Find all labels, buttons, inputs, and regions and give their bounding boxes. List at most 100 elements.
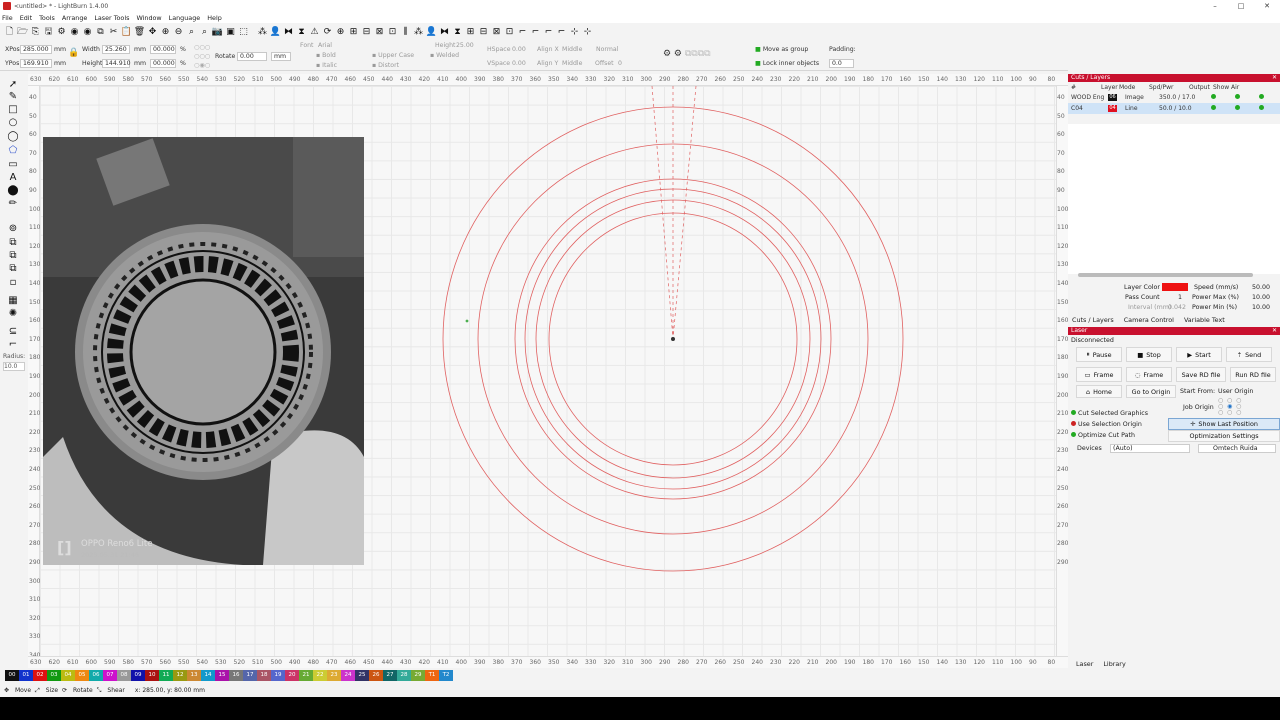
go-to-origin-button[interactable]: Go to Origin [1126, 385, 1176, 398]
power-max-value[interactable]: 10.00 [1252, 294, 1270, 301]
palette-swatch-15[interactable]: 15 [215, 670, 229, 681]
menu-item-window[interactable]: Window [136, 14, 161, 22]
font-value[interactable]: Arial [318, 41, 332, 50]
palette-swatch-12[interactable]: 12 [173, 670, 187, 681]
anchor-grid-icon[interactable]: ○○○ ○○○ ○◉○ [194, 43, 210, 70]
circle-icon[interactable]: ◯ [6, 131, 20, 143]
ungroup-icon[interactable]: 👤 [270, 27, 281, 38]
zoom-in-icon[interactable]: ⊕ [160, 27, 171, 38]
italic-checkbox[interactable]: ▪ Italic [316, 61, 337, 70]
align-x-value[interactable]: Middle [562, 45, 582, 54]
palette-swatch-16[interactable]: 16 [229, 670, 243, 681]
grid-array-icon[interactable]: ⊞ [465, 27, 476, 38]
close-button[interactable]: ✕ [1254, 0, 1280, 12]
run-rd-button[interactable]: Run RD file [1230, 367, 1276, 382]
cuts-layer-row[interactable]: C04 04 Line 50.0 / 10.0 [1068, 103, 1280, 114]
menu-item-edit[interactable]: Edit [20, 14, 32, 22]
paste-icon[interactable]: 📋 [121, 27, 132, 38]
palette-swatch-10[interactable]: 10 [145, 670, 159, 681]
position-laser-icon[interactable]: ⬤ [6, 185, 20, 197]
home-button[interactable]: ⌂ Home [1076, 385, 1122, 398]
layer-mode[interactable]: Line [1125, 105, 1159, 112]
palette-swatch-25[interactable]: 25 [355, 670, 369, 681]
settings-icon[interactable]: ⚙ [56, 27, 67, 38]
frame-icon[interactable]: ▣ [225, 27, 236, 38]
undo-icon[interactable]: ◉ [69, 27, 80, 38]
align-bottom-icon[interactable]: ⊡ [387, 27, 398, 38]
subtract-tool-icon[interactable]: ⧉ [6, 263, 20, 275]
delete-icon[interactable]: 🗑 [134, 27, 145, 38]
edit-nodes-icon[interactable]: ✎ [6, 91, 20, 103]
center-icon[interactable]: ⊕ [335, 27, 346, 38]
pan-icon[interactable]: ✥ [147, 27, 158, 38]
zoom-out-icon[interactable]: ⊖ [173, 27, 184, 38]
text-icon[interactable]: A [6, 172, 20, 184]
move-as-group-checkbox[interactable]: ■ Move as group [755, 45, 808, 54]
pause-button[interactable]: ⏸ Pause [1076, 347, 1122, 362]
palette-swatch-13[interactable]: 13 [187, 670, 201, 681]
corner-radius-icon[interactable]: ⌐ [6, 339, 20, 351]
hspace-value[interactable]: 0.00 [512, 45, 526, 54]
layer-output-toggle[interactable] [1211, 105, 1235, 112]
cuts-tab-1[interactable]: Camera Control [1124, 316, 1174, 324]
new-file-icon[interactable]: 🗋 [4, 27, 15, 38]
palette-swatch-02[interactable]: 02 [33, 670, 47, 681]
redo-icon[interactable]: ◉ [82, 27, 93, 38]
union-tool-icon[interactable]: ⧉ [6, 250, 20, 262]
job-origin-grid[interactable]: ○ ○ ○ ○ ◉ ○ ○ ○ ○ [1218, 398, 1241, 416]
optimize-icon[interactable]: ⊹ [569, 27, 580, 38]
zoom-page-icon[interactable]: ⌕ [199, 27, 210, 38]
start-button[interactable]: ▶ Start [1176, 347, 1222, 362]
menu-item-tools[interactable]: Tools [39, 14, 55, 22]
offset-icon[interactable]: ⧓ [439, 27, 450, 38]
palette-swatch-22[interactable]: 22 [313, 670, 327, 681]
frame-outline-button[interactable]: ◌ Frame [1126, 367, 1172, 382]
trace-icon[interactable]: ⬚ [238, 27, 249, 38]
layer-mode[interactable]: Image [1125, 94, 1159, 101]
rotate-icon[interactable]: ⟳ [322, 27, 333, 38]
xpos-field[interactable]: 285.000 [20, 45, 52, 54]
distort-checkbox[interactable]: ▪ Distort [372, 61, 399, 70]
laser-panel-close-icon[interactable]: ✕ [1272, 327, 1277, 335]
text-height-value[interactable]: 25.00 [456, 41, 474, 50]
stop-button[interactable]: ■ Stop [1126, 347, 1172, 362]
palette-swatch-29[interactable]: 29 [411, 670, 425, 681]
cuts-layer-row[interactable]: WOOD Eng 06 Image 350.0 / 17.0 [1068, 92, 1280, 103]
palette-swatch-28[interactable]: 28 [397, 670, 411, 681]
ellipse-icon[interactable]: ○ [6, 117, 20, 129]
open-file-icon[interactable]: 🗁 [17, 27, 28, 38]
size-mode-button[interactable]: ⤢ Size [35, 687, 58, 695]
laser-tab-library[interactable]: Library [1103, 660, 1125, 668]
offset-value[interactable]: 0 [618, 59, 622, 68]
palette-swatch-23[interactable]: 23 [327, 670, 341, 681]
copy-icon[interactable]: ⧉ [95, 27, 106, 38]
boolean-icon[interactable]: ⁂ [413, 27, 424, 38]
menu-item-help[interactable]: Help [207, 14, 222, 22]
text-tools-icons[interactable]: ⚙ ⚙ ⧉⧉⧉⧉ [663, 50, 711, 59]
palette-swatch-T2[interactable]: T2 [439, 670, 453, 681]
palette-swatch-24[interactable]: 24 [341, 670, 355, 681]
close-path-icon[interactable]: ⌐ [543, 27, 554, 38]
weld-icon[interactable]: 👤 [426, 27, 437, 38]
palette-swatch-17[interactable]: 17 [243, 670, 257, 681]
upper-case-checkbox[interactable]: ▪ Upper Case [372, 51, 414, 60]
use-selection-origin-checkbox[interactable]: Use Selection Origin [1071, 421, 1142, 428]
width-percent-field[interactable]: 00.000 [150, 45, 176, 54]
cut-selected-checkbox[interactable]: Cut Selected Graphics [1071, 410, 1148, 417]
offset-tool-icon[interactable]: ⊚ [6, 223, 20, 235]
laser-tab-laser[interactable]: Laser [1076, 660, 1093, 668]
align-left-icon[interactable]: ⊞ [348, 27, 359, 38]
group-icon[interactable]: ⁂ [257, 27, 268, 38]
palette-swatch-14[interactable]: 14 [201, 670, 215, 681]
save-icon[interactable]: 🖫 [43, 27, 54, 38]
measure-icon[interactable]: ⌐ [517, 27, 528, 38]
lock-inner-checkbox[interactable]: ■ Lock inner objects [755, 59, 819, 68]
height-field[interactable]: 144.910 [102, 59, 131, 68]
welded-checkbox[interactable]: ▪ Welded [430, 51, 459, 60]
import-icon[interactable]: ⎘ [30, 27, 41, 38]
layer-show-toggle[interactable] [1235, 105, 1259, 112]
mirror-icon[interactable]: ⚠ [309, 27, 320, 38]
layer-output-toggle[interactable] [1211, 94, 1235, 101]
align-top-icon[interactable]: ⊠ [374, 27, 385, 38]
menu-item-laser-tools[interactable]: Laser Tools [94, 14, 129, 22]
